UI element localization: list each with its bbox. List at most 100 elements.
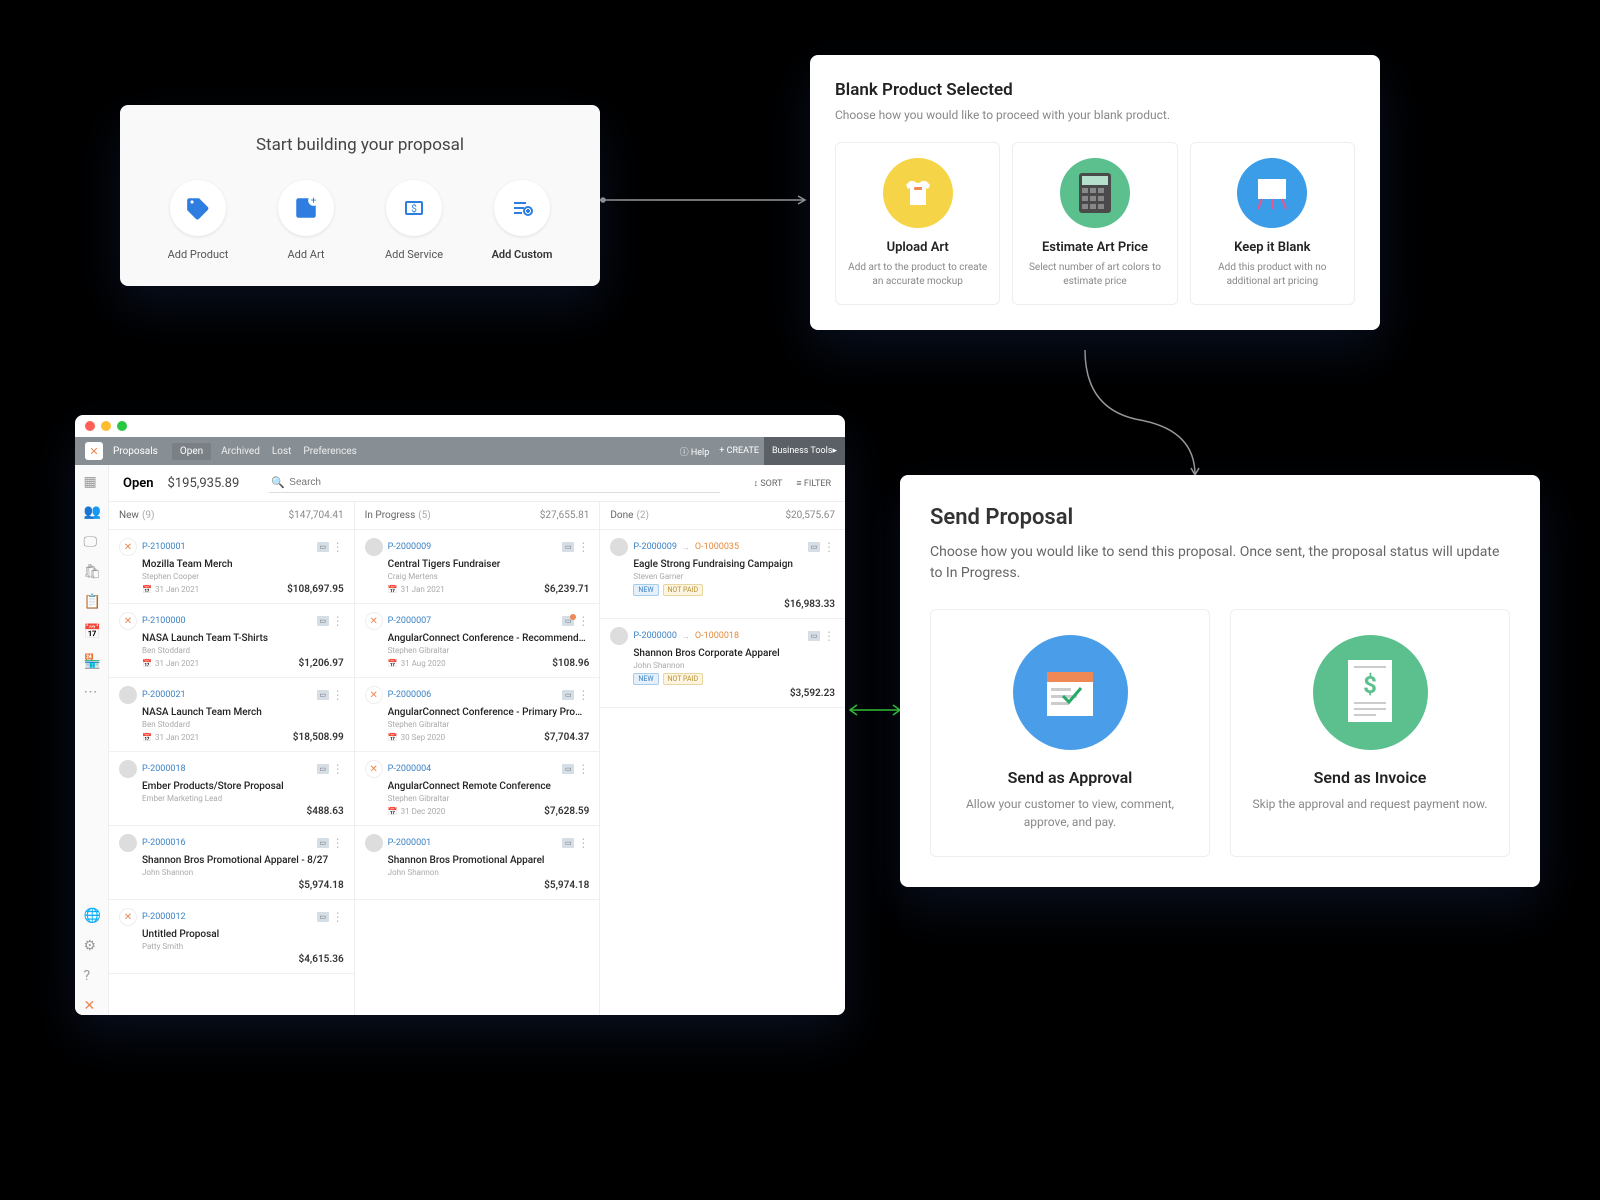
comment-icon[interactable]: ▭ (808, 631, 820, 641)
upload-art-title: Upload Art (846, 240, 989, 255)
comment-icon[interactable]: ▭ (808, 542, 820, 552)
add-custom-option[interactable]: Add Custom (472, 180, 572, 261)
brand-icon[interactable]: ✕ (84, 999, 100, 1015)
tab-archived[interactable]: Archived (221, 446, 260, 457)
store-icon[interactable]: 🏪 (84, 655, 100, 671)
column-count: (9) (142, 510, 155, 521)
proposal-card[interactable]: ✕ P-2000012 ▭⋮ Untitled Proposal Patty S… (109, 900, 354, 974)
calendar-icon: 📅 (388, 585, 398, 594)
column-name: In Progress (365, 510, 416, 521)
card-menu-icon[interactable]: ⋮ (332, 914, 344, 920)
card-menu-icon[interactable]: ⋮ (332, 618, 344, 624)
calendar-icon: 📅 (142, 585, 152, 594)
tab-preferences[interactable]: Preferences (303, 446, 356, 457)
comment-icon[interactable]: ▭ (317, 912, 329, 922)
estimate-price-option[interactable]: Estimate Art Price Select number of art … (1012, 142, 1177, 305)
add-product-label: Add Product (148, 248, 248, 261)
tshirt-icon (883, 158, 953, 228)
card-menu-icon[interactable]: ⋮ (332, 766, 344, 772)
contacts-icon[interactable]: 👥 (84, 505, 100, 521)
comment-icon[interactable]: ▭ (562, 690, 574, 700)
filter-button[interactable]: ≡ FILTER (796, 478, 831, 489)
board-total-amount: $195,935.89 (168, 476, 240, 491)
card-menu-icon[interactable]: ⋮ (332, 544, 344, 550)
card-menu-icon[interactable]: ⋮ (823, 544, 835, 550)
help-button[interactable]: ⓘ Help (680, 445, 710, 458)
create-button[interactable]: + CREATE (719, 446, 759, 456)
card-menu-icon[interactable]: ⋮ (577, 544, 589, 550)
proposal-title: AngularConnect Remote Conference (388, 781, 590, 792)
comment-icon[interactable]: ▭ (562, 838, 574, 848)
search-field[interactable]: 🔍 (269, 473, 719, 493)
comment-icon[interactable]: ▭ (317, 690, 329, 700)
display-icon[interactable]: 🖵 (84, 535, 100, 551)
proposal-card[interactable]: P-2000021 ▭⋮ NASA Launch Team Merch Ben … (109, 678, 354, 752)
card-menu-icon[interactable]: ⋮ (577, 692, 589, 698)
help-icon[interactable]: ? (84, 969, 100, 985)
proposal-card[interactable]: P-2000009 → O-1000035 ▭⋮ Eagle Strong Fu… (600, 530, 845, 619)
card-menu-icon[interactable]: ⋮ (332, 840, 344, 846)
add-art-option[interactable]: + Add Art (256, 180, 356, 261)
proposal-card[interactable]: ✕ P-2100000 ▭⋮ NASA Launch Team T-Shirts… (109, 604, 354, 678)
proposal-card[interactable]: P-2000009 ▭⋮ Central Tigers Fundraiser C… (355, 530, 600, 604)
settings-icon[interactable]: ⚙ (84, 939, 100, 955)
comment-icon[interactable]: ▭ (317, 838, 329, 848)
proposal-id: P-2000009 (633, 542, 677, 552)
card-menu-icon[interactable]: ⋮ (332, 692, 344, 698)
proposal-contact: Stephen Gibraltar (388, 720, 590, 729)
tab-lost[interactable]: Lost (272, 446, 292, 457)
card-menu-icon[interactable]: ⋮ (577, 840, 589, 846)
card-menu-icon[interactable]: ⋮ (577, 766, 589, 772)
tab-open[interactable]: Open (172, 443, 211, 460)
proposal-card[interactable]: ✕ P-2000006 ▭⋮ AngularConnect Conference… (355, 678, 600, 752)
globe-icon[interactable]: 🌐 (84, 909, 100, 925)
close-window-icon[interactable] (85, 421, 95, 431)
avatar (119, 760, 137, 778)
comment-icon[interactable]: ▭ (562, 764, 574, 774)
comment-icon[interactable]: ▭ (317, 616, 329, 626)
upload-art-option[interactable]: Upload Art Add art to the product to cre… (835, 142, 1000, 305)
maximize-window-icon[interactable] (117, 421, 127, 431)
avatar: ✕ (365, 612, 383, 630)
send-invoice-option[interactable]: $ Send as Invoice Skip the approval and … (1230, 609, 1510, 857)
arrow-icon: → (682, 543, 690, 552)
proposal-title: Shannon Bros Promotional Apparel - 8/27 (142, 855, 344, 866)
more-icon[interactable]: ⋯ (84, 685, 100, 701)
proposal-card[interactable]: P-2000001 ▭⋮ Shannon Bros Promotional Ap… (355, 826, 600, 900)
clipboard-icon[interactable]: 📋 (84, 595, 100, 611)
avatar (610, 538, 628, 556)
business-tools-button[interactable]: Business Tools ▸ (764, 437, 845, 465)
send-approval-desc: Allow your customer to view, comment, ap… (946, 795, 1194, 831)
sort-button[interactable]: ↕ SORT (754, 478, 783, 489)
column-total: $27,655.81 (540, 510, 590, 521)
card-menu-icon[interactable]: ⋮ (577, 618, 589, 624)
dashboard-icon[interactable]: ▦ (84, 475, 100, 491)
card-menu-icon[interactable]: ⋮ (823, 633, 835, 639)
proposal-card[interactable]: P-2000018 ▭⋮ Ember Products/Store Propos… (109, 752, 354, 826)
proposal-card[interactable]: P-2000000 → O-1000018 ▭⋮ Shannon Bros Co… (600, 619, 845, 708)
proposal-card[interactable]: ✕ P-2000007 ▭⋮ AngularConnect Conference… (355, 604, 600, 678)
comment-icon[interactable]: ▭ (317, 542, 329, 552)
add-product-option[interactable]: Add Product (148, 180, 248, 261)
comment-icon[interactable]: ▭ (562, 616, 574, 626)
proposal-card[interactable]: ✕ P-2100001 ▭⋮ Mozilla Team Merch Stephe… (109, 530, 354, 604)
comment-icon[interactable]: ▭ (562, 542, 574, 552)
keep-blank-option[interactable]: Keep it Blank Add this product with no a… (1190, 142, 1355, 305)
window-titlebar (75, 415, 845, 437)
proposal-card[interactable]: P-2000016 ▭⋮ Shannon Bros Promotional Ap… (109, 826, 354, 900)
avatar (365, 538, 383, 556)
estimate-price-title: Estimate Art Price (1023, 240, 1166, 255)
easel-icon (1237, 158, 1307, 228)
add-service-option[interactable]: $ Add Service (364, 180, 464, 261)
app-logo-icon[interactable]: ✕ (85, 442, 103, 460)
minimize-window-icon[interactable] (101, 421, 111, 431)
comment-icon[interactable]: ▭ (317, 764, 329, 774)
calendar-icon[interactable]: 📅 (84, 625, 100, 641)
search-input[interactable] (269, 473, 719, 493)
send-approval-option[interactable]: Send as Approval Allow your customer to … (930, 609, 1210, 857)
svg-text:$: $ (411, 202, 417, 215)
proposal-card[interactable]: ✕ P-2000004 ▭⋮ AngularConnect Remote Con… (355, 752, 600, 826)
shop-icon[interactable]: 🛍 (84, 565, 100, 581)
avatar: ✕ (365, 760, 383, 778)
calendar-check-icon (1013, 635, 1128, 750)
